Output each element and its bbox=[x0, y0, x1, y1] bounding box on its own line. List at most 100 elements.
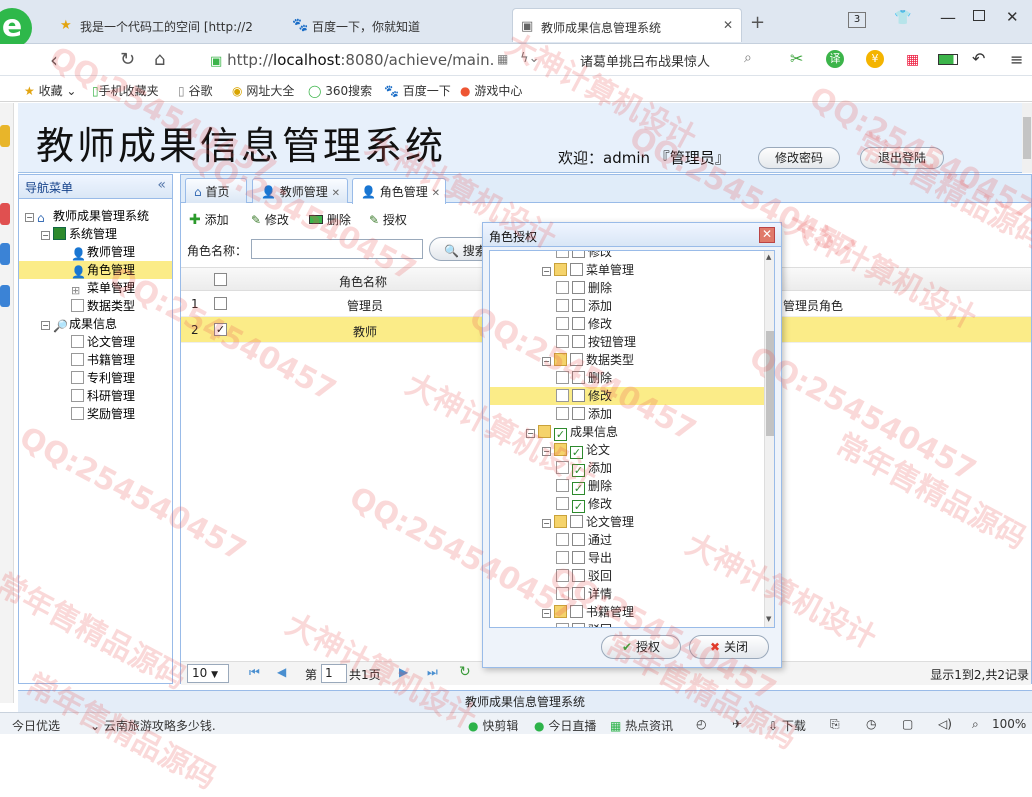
url-field[interactable]: ▣ http://localhost:8080/achieve/main. bbox=[210, 48, 565, 72]
side-app-icon[interactable] bbox=[0, 285, 10, 307]
permission-checkbox[interactable] bbox=[572, 551, 585, 564]
permission-checkbox-checked[interactable]: ✓ bbox=[572, 482, 585, 495]
row-checkbox-checked[interactable]: ✓ bbox=[214, 323, 227, 336]
scissors-icon[interactable]: ✂ bbox=[790, 49, 803, 68]
tab-count-badge[interactable]: 3 bbox=[848, 12, 866, 28]
zoom-level[interactable]: 100% bbox=[992, 717, 1026, 731]
status-download[interactable]: ⇩ 下载 bbox=[768, 717, 806, 734]
permission-node[interactable]: 删除 bbox=[490, 279, 764, 297]
add-button[interactable]: ✚ 添加 bbox=[189, 211, 229, 228]
bookmark-favorites[interactable]: ★ 收藏 ⌄ bbox=[24, 82, 76, 99]
home-icon[interactable]: ⌂ bbox=[154, 49, 165, 70]
row-checkbox[interactable] bbox=[214, 297, 227, 310]
browser-tab-1[interactable]: ★ 我是一个代码工的空间 [http://2 bbox=[52, 8, 282, 42]
permission-checkbox[interactable] bbox=[570, 515, 583, 528]
permission-checkbox[interactable] bbox=[572, 533, 585, 546]
permission-node[interactable]: 修改 bbox=[490, 387, 764, 405]
collapse-toggle-icon[interactable]: − bbox=[526, 429, 535, 438]
select-all-checkbox[interactable] bbox=[214, 273, 227, 286]
permission-checkbox-checked[interactable]: ✓ bbox=[572, 500, 585, 513]
permission-node[interactable]: 添加 bbox=[490, 297, 764, 315]
speed-icon[interactable]: ◴ bbox=[696, 717, 706, 731]
new-tab-button[interactable]: + bbox=[750, 12, 765, 33]
permission-checkbox[interactable] bbox=[572, 299, 585, 312]
status-news-link[interactable]: ⌄ 云南旅游攻略多少钱. bbox=[90, 717, 216, 734]
prev-page-icon[interactable]: ◀ bbox=[277, 665, 286, 679]
browser-tab-active[interactable]: ▣ 教师成果信息管理系统 ✕ bbox=[512, 8, 742, 42]
page-size-select[interactable]: 10 ▼ bbox=[187, 664, 229, 683]
permission-checkbox[interactable] bbox=[572, 407, 585, 420]
browser-tab-2[interactable]: 🐾 百度一下，你就知道 bbox=[284, 8, 504, 42]
permission-node[interactable]: − ✓ 论文 bbox=[490, 441, 764, 459]
permission-node[interactable]: ✓ 修改 bbox=[490, 495, 764, 513]
browser-logo-icon[interactable]: e bbox=[0, 8, 32, 48]
permission-node[interactable]: 修改 bbox=[490, 251, 764, 261]
page-scrollbar[interactable] bbox=[1022, 103, 1032, 173]
battery-icon[interactable] bbox=[938, 54, 958, 65]
permission-node[interactable]: 修改 bbox=[490, 315, 764, 333]
pin-icon[interactable]: ✈ bbox=[732, 717, 742, 731]
permission-node[interactable]: 通过 bbox=[490, 531, 764, 549]
coupon-icon[interactable]: ¥ bbox=[866, 50, 884, 68]
maximize-icon[interactable] bbox=[973, 10, 985, 21]
tab-roles[interactable]: 👤 角色管理 ✕ bbox=[352, 178, 446, 204]
collapse-toggle-icon[interactable]: − bbox=[41, 231, 50, 240]
collapse-toggle-icon[interactable]: − bbox=[542, 519, 551, 528]
permission-node[interactable]: 添加 bbox=[490, 405, 764, 423]
sidebar-item-patents[interactable]: 专利管理 bbox=[19, 369, 172, 387]
permission-checkbox[interactable] bbox=[572, 251, 585, 258]
scroll-up-icon[interactable]: ▲ bbox=[766, 253, 771, 261]
tree-scroll-thumb[interactable] bbox=[766, 331, 774, 436]
permission-checkbox[interactable] bbox=[570, 605, 583, 618]
permission-checkbox[interactable] bbox=[572, 281, 585, 294]
permission-node[interactable]: 按钮管理 bbox=[490, 333, 764, 351]
permission-node[interactable]: 驳回 bbox=[490, 567, 764, 585]
permission-node[interactable]: 删除 bbox=[490, 369, 764, 387]
qr-icon[interactable]: ▦ bbox=[497, 52, 508, 66]
page-scroll-thumb[interactable] bbox=[1023, 117, 1031, 159]
dialog-close-button[interactable]: ✖ 关闭 bbox=[689, 635, 769, 659]
zoom-icon[interactable]: ⌕ bbox=[972, 717, 979, 732]
status-hot-news[interactable]: ▦ 热点资讯 bbox=[610, 717, 673, 734]
permission-node[interactable]: − 书籍管理 bbox=[490, 603, 764, 621]
permission-checkbox-checked[interactable]: ✓ bbox=[572, 464, 585, 477]
search-icon[interactable]: ⌕ bbox=[744, 50, 752, 66]
bookmark-google[interactable]: ▯ 谷歌 bbox=[178, 82, 212, 99]
screenshot-icon[interactable]: ⎘ bbox=[830, 717, 840, 732]
dialog-grant-button[interactable]: ✔ 授权 bbox=[601, 635, 681, 659]
side-app-icon[interactable] bbox=[0, 125, 10, 147]
sidebar-item-roles[interactable]: 👤角色管理 bbox=[19, 261, 172, 279]
side-app-icon[interactable] bbox=[0, 203, 10, 225]
sidebar-item-menus[interactable]: ⊞ 菜单管理 bbox=[19, 279, 172, 297]
bookmark-mobile[interactable]: ▯手机收藏夹 bbox=[92, 82, 159, 99]
permission-node[interactable]: − 论文管理 bbox=[490, 513, 764, 531]
reload-icon[interactable]: ↻ bbox=[120, 49, 135, 70]
permission-node[interactable]: − 数据类型 bbox=[490, 351, 764, 369]
collapse-icon[interactable]: « bbox=[157, 177, 166, 193]
browser-search-input[interactable]: 诸葛单挑吕布战果惊人 bbox=[580, 51, 750, 70]
window-icon[interactable]: ▢ bbox=[902, 717, 913, 731]
page-number-input[interactable]: 1 bbox=[321, 664, 347, 683]
sidebar-item-books[interactable]: 书籍管理 bbox=[19, 351, 172, 369]
sidebar-group-achievements[interactable]: − 🔎成果信息 bbox=[19, 315, 172, 333]
collapse-toggle-icon[interactable]: − bbox=[542, 447, 551, 456]
minimize-icon[interactable]: — bbox=[940, 8, 956, 27]
permission-node[interactable]: ✓ 添加 bbox=[490, 459, 764, 477]
tree-scrollbar[interactable]: ▲ ▼ bbox=[764, 251, 774, 627]
permission-checkbox[interactable] bbox=[570, 353, 583, 366]
permission-node[interactable]: − 菜单管理 bbox=[490, 261, 764, 279]
history-icon[interactable]: ◷ bbox=[866, 717, 876, 731]
close-tab-icon[interactable]: ✕ bbox=[723, 18, 733, 32]
close-window-icon[interactable]: ✕ bbox=[1006, 8, 1019, 26]
change-password-button[interactable]: 修改密码 bbox=[758, 147, 840, 169]
logout-button[interactable]: 退出登陆 bbox=[860, 147, 944, 169]
tab-teachers[interactable]: 👤 教师管理 ✕ bbox=[252, 178, 348, 203]
sidebar-item-datatypes[interactable]: 数据类型 bbox=[19, 297, 172, 315]
bookmark-games[interactable]: ● 游戏中心 bbox=[460, 82, 522, 99]
tree-root[interactable]: − ⌂ 教师成果管理系统 bbox=[19, 207, 172, 225]
permission-checkbox[interactable] bbox=[572, 371, 585, 384]
status-today-picks[interactable]: 今日优选 bbox=[12, 717, 60, 734]
apps-icon[interactable]: ▦ bbox=[906, 52, 919, 68]
lightning-icon[interactable]: ϟ⌄ bbox=[520, 51, 539, 66]
status-live[interactable]: ● 今日直播 bbox=[534, 717, 596, 734]
